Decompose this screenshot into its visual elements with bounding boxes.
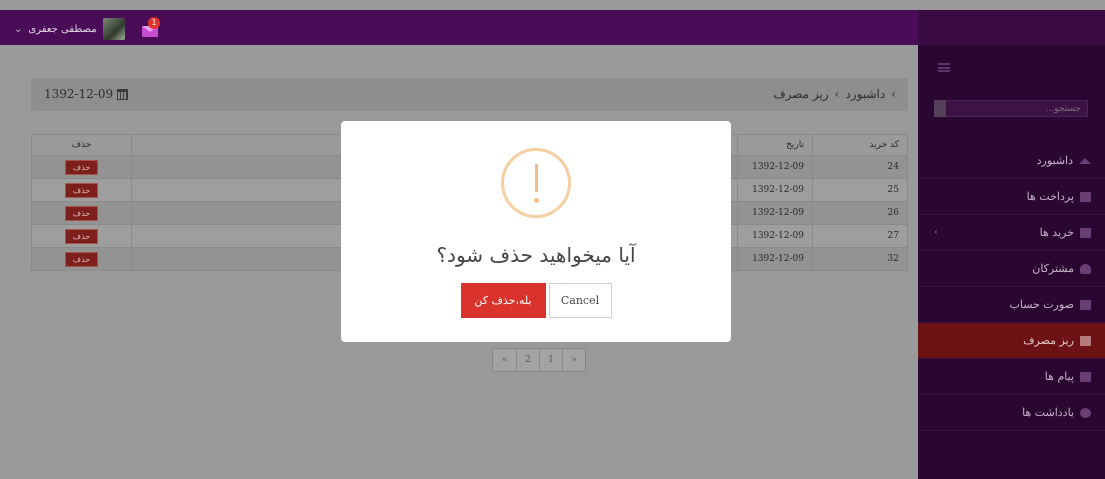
sidebar-item-payments[interactable]: پرداخت ها: [918, 179, 1105, 215]
top-bar: مصطفی جعفری ⌄ 1: [0, 10, 918, 45]
delete-button[interactable]: حذف: [65, 205, 98, 221]
pagination: « 2 1 »: [492, 348, 586, 372]
row-code: 32: [812, 247, 908, 271]
sidebar-item-label: پرداخت ها: [1026, 190, 1074, 203]
page-header: 1392-12-09 › داشبورد › ریز مصرف: [31, 78, 908, 111]
sidebar-item-invoice[interactable]: صورت حساب: [918, 287, 1105, 323]
delete-button[interactable]: حذف: [65, 251, 98, 267]
row-code: 26: [812, 201, 908, 225]
row-code: 24: [812, 155, 908, 179]
dialog-actions: بله،حذف کن Cancel: [341, 283, 731, 318]
row-date: 1392-12-09: [737, 178, 813, 202]
warning-icon: [501, 148, 571, 218]
pagination-next[interactable]: »: [562, 349, 585, 371]
calendar-icon: [117, 88, 129, 100]
avatar[interactable]: [102, 18, 125, 40]
sidebar-item-subscribers[interactable]: مشترکان: [918, 251, 1105, 287]
sidebar-menu: داشبورد پرداخت ها ‹ خرید ها مشترکان صورت…: [918, 143, 1105, 431]
delete-button[interactable]: حذف: [65, 228, 98, 244]
home-icon: [1079, 157, 1091, 164]
menu-toggle-icon[interactable]: [938, 63, 950, 72]
breadcrumb-item-dashboard[interactable]: داشبورد: [845, 87, 885, 101]
date-value: 1392-12-09: [44, 87, 114, 101]
sidebar-item-label: خرید ها: [1039, 226, 1074, 239]
pagination-page[interactable]: 1: [539, 349, 562, 371]
sidebar-item-usage-details[interactable]: ریز مصرف: [918, 323, 1105, 359]
date-display: 1392-12-09: [44, 87, 129, 101]
chevron-down-icon[interactable]: ⌄: [14, 24, 22, 35]
cart-icon: [1080, 227, 1091, 238]
sidebar-item-dashboard[interactable]: داشبورد: [918, 143, 1105, 179]
user-name[interactable]: مصطفی جعفری: [28, 24, 96, 35]
sidebar-item-label: پیام ها: [1044, 370, 1074, 383]
confirm-delete-button[interactable]: بله،حذف کن: [460, 283, 546, 318]
row-date: 1392-12-09: [737, 224, 813, 248]
notification-badge: 1: [148, 17, 160, 29]
confirm-delete-dialog: آیا میخواهید حذف شود؟ بله،حذف کن Cancel: [341, 121, 731, 342]
cancel-button[interactable]: Cancel: [548, 283, 612, 318]
pagination-prev[interactable]: «: [493, 349, 516, 371]
top-bar-brand-area: [918, 10, 1105, 45]
user-menu[interactable]: مصطفی جعفری ⌄: [14, 18, 125, 40]
dialog-title: آیا میخواهید حذف شود؟: [436, 243, 636, 267]
row-date: 1392-12-09: [737, 201, 813, 225]
chevron-left-icon: ‹: [934, 227, 938, 238]
column-header-delete: حذف: [31, 134, 132, 156]
sidebar-item-label: صورت حساب: [1009, 298, 1074, 311]
sidebar-item-label: داشبورد: [1036, 154, 1073, 167]
row-code: 25: [812, 178, 908, 202]
breadcrumb-lead-icon: ›: [891, 87, 896, 101]
row-date: 1392-12-09: [737, 155, 813, 179]
row-date: 1392-12-09: [737, 247, 813, 271]
sidebar: داشبورد پرداخت ها ‹ خرید ها مشترکان صورت…: [918, 45, 1105, 479]
messages-button[interactable]: 1: [140, 17, 162, 39]
credit-card-icon: [1080, 191, 1091, 202]
sidebar-item-notes[interactable]: یادداشت ها: [918, 395, 1105, 431]
sidebar-item-label: یادداشت ها: [1022, 406, 1074, 419]
list-icon: [1080, 335, 1091, 346]
user-icon: [1080, 263, 1091, 274]
delete-button[interactable]: حذف: [65, 182, 98, 198]
comment-icon: [1080, 407, 1091, 418]
invoice-icon: [1080, 299, 1091, 310]
sidebar-item-purchases[interactable]: ‹ خرید ها: [918, 215, 1105, 251]
breadcrumb-separator: ›: [834, 87, 840, 101]
pagination-page[interactable]: 2: [516, 349, 539, 371]
row-code: 27: [812, 224, 908, 248]
column-header-code: کد خرید: [812, 134, 908, 156]
column-header-date: تاریخ: [737, 134, 813, 156]
search-input[interactable]: [934, 100, 1088, 117]
sidebar-item-label: مشترکان: [1032, 262, 1074, 275]
breadcrumb: › داشبورد › ریز مصرف: [773, 87, 896, 101]
breadcrumb-item-current: ریز مصرف: [773, 87, 829, 101]
delete-button[interactable]: حذف: [65, 159, 98, 175]
sidebar-item-messages[interactable]: پیام ها: [918, 359, 1105, 395]
search-button[interactable]: [934, 100, 946, 117]
sidebar-item-label: ریز مصرف: [1023, 334, 1074, 347]
envelope-icon: [1080, 371, 1091, 382]
